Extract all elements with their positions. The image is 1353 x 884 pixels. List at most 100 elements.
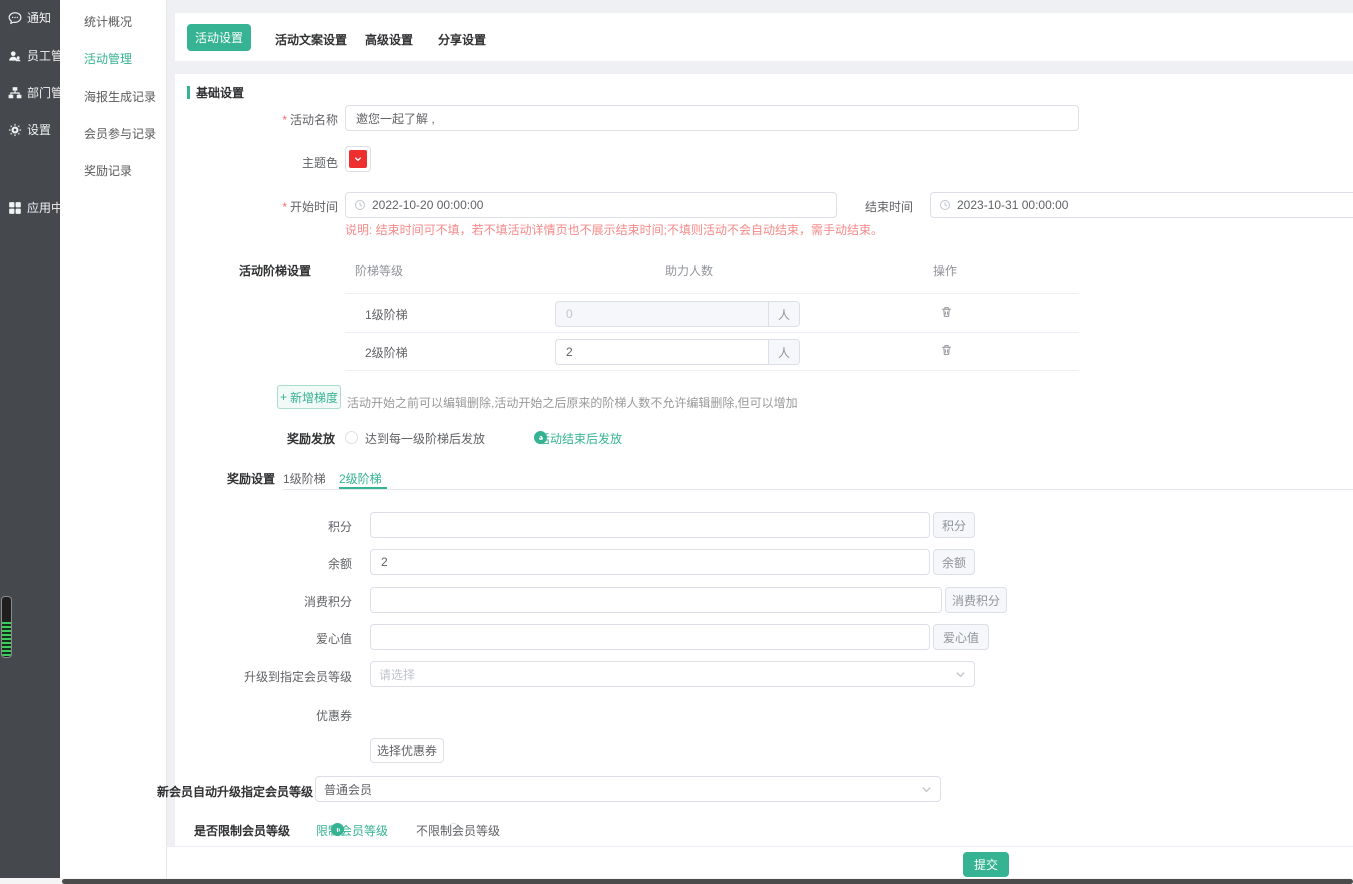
section-marker	[187, 86, 190, 99]
love-value-label: 爱心值	[252, 630, 352, 647]
love-value-suffix: 爱心值	[933, 624, 989, 650]
end-time-input[interactable]: 2023-10-31 00:00:00	[930, 192, 1353, 218]
horizontal-scrollbar-thumb[interactable]	[62, 879, 1353, 884]
balance-input[interactable]	[370, 549, 930, 575]
upgrade-level-placeholder: 请选择	[379, 666, 415, 683]
app-center-icon	[8, 201, 22, 215]
trash-icon	[940, 305, 953, 319]
end-time-value: 2023-10-31 00:00:00	[957, 198, 1068, 212]
ladder-header-level: 阶梯等级	[355, 262, 403, 279]
sidebar-item-notifications[interactable]: 通知	[8, 9, 51, 26]
start-time-label: *开始时间	[210, 198, 338, 215]
submenu-item-stats[interactable]: 统计概况	[84, 13, 132, 30]
submenu-item-activity[interactable]: 活动管理	[84, 50, 132, 67]
plus-icon: +	[280, 390, 287, 404]
sidebar-item-label: 设置	[27, 121, 51, 138]
radio-limit-level-label[interactable]: 限制会员等级	[316, 822, 388, 839]
new-member-level-value: 普通会员	[324, 781, 372, 798]
radio-per-ladder-label[interactable]: 达到每一级阶梯后发放	[365, 430, 485, 447]
reward-dispatch-label: 奖励发放	[210, 430, 335, 447]
meter-stripes	[2, 622, 11, 656]
balance-suffix: 余额	[933, 549, 975, 575]
ladder-row2-level: 2级阶梯	[365, 344, 408, 361]
table-divider	[345, 332, 1079, 333]
points-input[interactable]	[370, 512, 930, 538]
add-ladder-label: 新增梯度	[290, 389, 338, 406]
reward-tab-active-underline	[339, 487, 387, 489]
limit-level-label: 是否限制会员等级	[190, 822, 290, 839]
tab-advanced-settings[interactable]: 高级设置	[365, 31, 413, 48]
ladder-row1-delete-button[interactable]	[940, 305, 953, 322]
department-icon	[8, 86, 22, 100]
table-divider	[345, 370, 1079, 371]
employees-icon	[8, 49, 22, 63]
clock-icon	[354, 199, 366, 211]
tab-activity-settings[interactable]: 活动设置	[187, 24, 251, 51]
tab-copy-settings[interactable]: 活动文案设置	[275, 31, 347, 48]
balance-label: 余额	[252, 555, 352, 572]
points-suffix: 积分	[933, 512, 975, 538]
consume-points-input[interactable]	[370, 587, 942, 613]
form-footer	[167, 846, 1353, 878]
ladder-header-count: 助力人数	[665, 262, 713, 279]
ladder-row1-level: 1级阶梯	[365, 306, 408, 323]
reward-tabs-divider	[283, 489, 1353, 490]
consume-points-suffix: 消费积分	[945, 587, 1007, 613]
module-submenu: 统计概况 活动管理 海报生成记录 会员参与记录 奖励记录	[60, 0, 167, 884]
required-mark: *	[282, 113, 287, 127]
radio-no-limit-level-label[interactable]: 不限制会员等级	[416, 822, 500, 839]
clock-icon	[939, 199, 951, 211]
page: 通知 员工管理 部门管理 设置 应用中心 统计概况 活动管理 海报生成记录 会员…	[0, 0, 1353, 884]
start-time-input[interactable]: 2022-10-20 00:00:00	[345, 192, 837, 218]
points-label: 积分	[252, 518, 352, 535]
theme-color-chip	[349, 150, 367, 168]
activity-name-input[interactable]	[345, 105, 1079, 131]
submit-button[interactable]: 提交	[963, 852, 1009, 877]
theme-color-label: 主题色	[210, 154, 338, 171]
activity-name-label: *活动名称	[210, 111, 338, 128]
new-member-level-label: 新会员自动升级指定会员等级	[157, 783, 313, 800]
ladder-row1-count-input[interactable]	[556, 302, 768, 326]
submenu-item-poster-records[interactable]: 海报生成记录	[84, 88, 156, 105]
chevron-down-icon	[354, 155, 362, 163]
notification-icon	[8, 11, 22, 25]
section-title: 基础设置	[196, 84, 244, 101]
ladder-hint: 活动开始之前可以编辑删除,活动开始之后原来的阶梯人数不允许编辑删除,但可以增加	[347, 394, 798, 411]
choose-coupon-button[interactable]: 选择优惠券	[370, 738, 444, 763]
sidebar-item-label: 通知	[27, 9, 51, 26]
sidebar-item-settings[interactable]: 设置	[8, 121, 51, 138]
reward-tab-level2[interactable]: 2级阶梯	[339, 470, 382, 487]
unit-suffix: 人	[768, 302, 799, 326]
submenu-item-reward-records[interactable]: 奖励记录	[84, 162, 132, 179]
theme-color-picker[interactable]	[345, 146, 371, 172]
tab-share-settings[interactable]: 分享设置	[438, 31, 486, 48]
new-member-level-select[interactable]: 普通会员	[315, 776, 941, 802]
tabs-card: 活动设置 活动文案设置 高级设置 分享设置	[175, 13, 1353, 61]
form-card	[175, 74, 1353, 846]
settings-icon	[8, 123, 22, 137]
submenu-item-member-records[interactable]: 会员参与记录	[84, 125, 156, 142]
chevron-down-icon	[955, 669, 966, 680]
trash-icon	[940, 343, 953, 357]
ladder-row1-count-group: 人	[555, 301, 800, 327]
consume-points-label: 消费积分	[252, 593, 352, 610]
reward-settings-label: 奖励设置	[150, 470, 275, 487]
required-mark: *	[282, 200, 287, 214]
mini-meter-widget	[1, 596, 12, 658]
radio-per-ladder[interactable]	[345, 431, 358, 444]
upgrade-level-select[interactable]: 请选择	[370, 661, 975, 687]
upgrade-level-label: 升级到指定会员等级	[212, 668, 352, 685]
radio-after-end-label[interactable]: 活动结束后发放	[538, 430, 622, 447]
ladder-row2-count-input[interactable]	[556, 340, 768, 364]
end-time-hint: 说明: 结束时间可不填，若不填活动详情页也不展示结束时间;不填则活动不会自动结束…	[345, 221, 883, 238]
coupon-label: 优惠券	[252, 707, 352, 724]
reward-tab-level1[interactable]: 1级阶梯	[283, 470, 326, 487]
end-time-label: 结束时间	[815, 198, 913, 215]
ladder-header-actions: 操作	[933, 262, 957, 279]
ladder-label: 活动阶梯设置	[183, 262, 311, 279]
unit-suffix: 人	[768, 340, 799, 364]
start-time-value: 2022-10-20 00:00:00	[372, 198, 483, 212]
ladder-row2-delete-button[interactable]	[940, 343, 953, 360]
add-ladder-button[interactable]: + 新增梯度	[277, 385, 341, 409]
love-value-input[interactable]	[370, 624, 930, 650]
